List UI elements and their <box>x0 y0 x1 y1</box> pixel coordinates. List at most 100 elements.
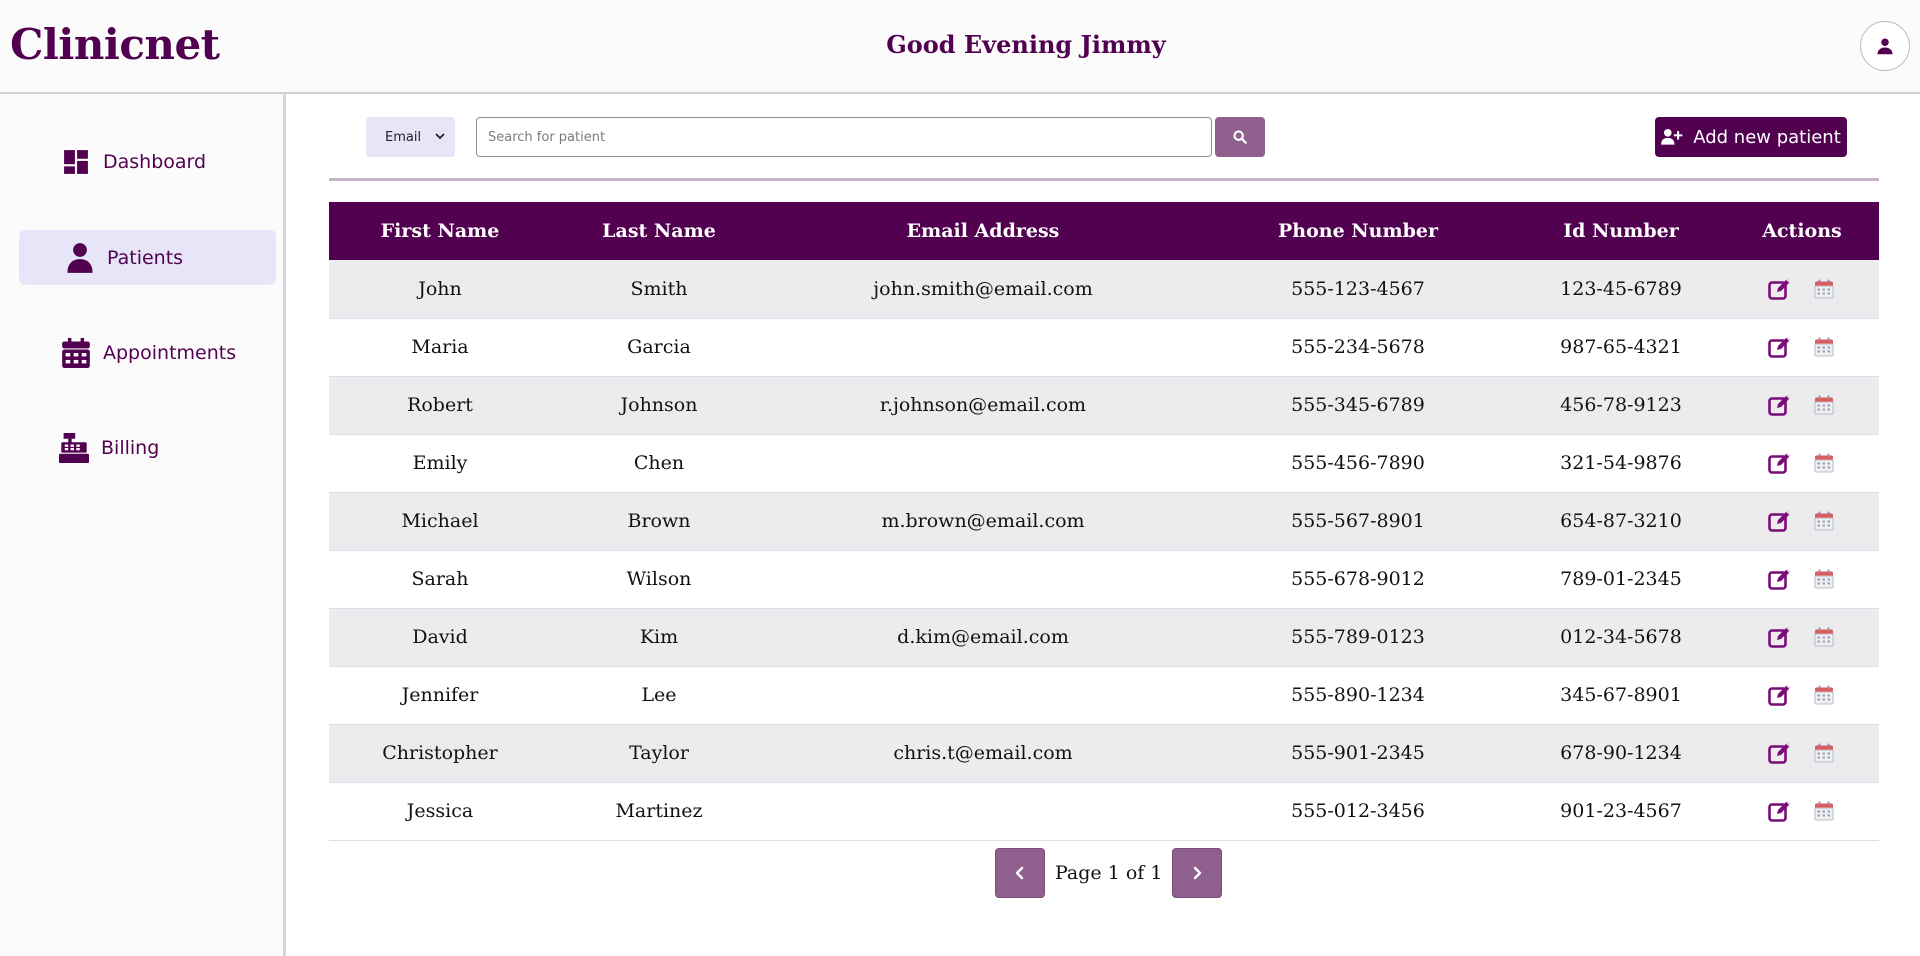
patients-table: First Name Last Name Email Address Phone… <box>329 202 1879 841</box>
profile-button[interactable] <box>1860 21 1910 71</box>
cell-first-name: Christopher <box>382 742 498 764</box>
cell-id-number: 987-65-4321 <box>1560 336 1682 358</box>
column-header-last-name[interactable]: Last Name <box>551 202 767 260</box>
add-patient-button[interactable]: Add new patient <box>1655 117 1847 157</box>
cell-phone: 555-345-6789 <box>1291 394 1425 416</box>
calendar-icon[interactable] <box>1810 565 1838 593</box>
search-button[interactable] <box>1215 117 1265 157</box>
cell-actions <box>1725 318 1879 376</box>
sidebar-item-label: Dashboard <box>103 150 207 173</box>
sidebar: Dashboard Patients Appointments Billing <box>0 94 286 956</box>
edit-icon[interactable] <box>1766 739 1794 767</box>
calendar-icon[interactable] <box>1810 681 1838 709</box>
sidebar-item-billing[interactable]: Billing <box>19 420 276 475</box>
table-header-row: First Name Last Name Email Address Phone… <box>329 202 1879 260</box>
edit-icon[interactable] <box>1766 391 1794 419</box>
chevron-down-icon <box>435 133 445 140</box>
calendar-icon[interactable] <box>1810 275 1838 303</box>
cell-actions <box>1725 492 1879 550</box>
search-input[interactable]: Search for patient <box>476 117 1212 157</box>
cell-id-number: 345-67-8901 <box>1560 684 1682 706</box>
cell-email <box>767 318 1199 376</box>
search-filter-select[interactable]: Email <box>366 117 455 157</box>
previous-page-button[interactable] <box>995 848 1045 898</box>
cell-actions <box>1725 376 1879 434</box>
column-header-actions: Actions <box>1762 220 1842 242</box>
calendar-icon[interactable] <box>1810 391 1838 419</box>
cell-phone: 555-890-1234 <box>1291 684 1425 706</box>
cell-first-name: John <box>418 277 462 300</box>
calendar-icon[interactable] <box>1810 507 1838 535</box>
cell-last-name: Chen <box>633 452 685 474</box>
cell-email: d.kim@email.com <box>897 626 1069 648</box>
calendar-icon[interactable] <box>1810 739 1838 767</box>
column-header-first-name[interactable]: First Name <box>329 202 551 260</box>
cell-first-name: Emily <box>412 452 468 474</box>
next-page-button[interactable] <box>1172 848 1223 898</box>
cash-register-icon <box>59 432 89 463</box>
cell-actions <box>1725 782 1879 840</box>
table-row: Maria Garcia 555-234-5678 987-65-4321 <box>329 318 1879 376</box>
cell-actions <box>1725 666 1879 724</box>
cell-email <box>767 782 1199 840</box>
chevron-left-icon <box>1015 866 1024 880</box>
user-icon <box>1877 38 1893 55</box>
user-icon <box>65 242 95 273</box>
cell-first-name: Sarah <box>411 568 469 590</box>
cell-last-name: Wilson <box>626 568 692 590</box>
cell-first-name: Jennifer <box>401 684 479 706</box>
sidebar-item-appointments[interactable]: Appointments <box>19 325 276 380</box>
top-header: Clinicnet Good Evening Jimmy <box>0 0 1920 94</box>
cell-last-name: Brown <box>627 510 691 532</box>
cell-phone: 555-123-4567 <box>1291 277 1425 300</box>
sidebar-item-patients[interactable]: Patients <box>19 230 276 285</box>
sidebar-item-dashboard[interactable]: Dashboard <box>19 134 276 189</box>
cell-email: chris.t@email.com <box>893 742 1073 764</box>
calendar-icon[interactable] <box>1810 449 1838 477</box>
search-placeholder: Search for patient <box>488 129 606 145</box>
edit-icon[interactable] <box>1766 623 1794 651</box>
toolbar-divider <box>329 178 1879 181</box>
greeting-text: Good Evening Jimmy <box>886 30 1166 59</box>
edit-icon[interactable] <box>1766 275 1794 303</box>
cell-id-number: 901-23-4567 <box>1560 800 1682 822</box>
edit-icon[interactable] <box>1766 449 1794 477</box>
edit-icon[interactable] <box>1766 565 1794 593</box>
cell-first-name: Michael <box>401 510 479 532</box>
cell-first-name: Robert <box>407 394 473 416</box>
cell-last-name: Taylor <box>629 742 689 764</box>
cell-actions <box>1725 550 1879 608</box>
pagination: Page 1 of 1 <box>995 848 1223 898</box>
edit-icon[interactable] <box>1766 681 1794 709</box>
cell-email: john.smith@email.com <box>873 277 1093 300</box>
table-row: Jennifer Lee 555-890-1234 345-67-8901 <box>329 666 1879 724</box>
table-row: John Smith john.smith@email.com 555-123-456… <box>329 260 1879 318</box>
search-icon <box>1233 130 1247 144</box>
cell-email <box>767 550 1199 608</box>
cell-phone: 555-456-7890 <box>1291 452 1425 474</box>
calendar-icon[interactable] <box>1810 797 1838 825</box>
column-header-id[interactable]: Id Number <box>1517 202 1725 260</box>
table-row: Jessica Martinez 555-012-3456 901-23-4567 <box>329 782 1879 840</box>
column-header-phone[interactable]: Phone Number <box>1199 202 1517 260</box>
sidebar-item-label: Patients <box>107 246 184 269</box>
calendar-icon[interactable] <box>1810 623 1838 651</box>
cell-phone: 555-901-2345 <box>1291 742 1425 764</box>
table-row: Emily Chen 555-456-7890 321-54-9876 <box>329 434 1879 492</box>
cell-email <box>767 434 1199 492</box>
edit-icon[interactable] <box>1766 797 1794 825</box>
edit-icon[interactable] <box>1766 333 1794 361</box>
edit-icon[interactable] <box>1766 507 1794 535</box>
column-header-email[interactable]: Email Address <box>767 202 1199 260</box>
sidebar-item-label: Billing <box>101 436 160 459</box>
cell-id-number: 456-78-9123 <box>1560 394 1682 416</box>
cell-last-name: Lee <box>641 684 677 706</box>
user-plus-icon <box>1661 128 1683 145</box>
cell-phone: 555-678-9012 <box>1291 568 1425 590</box>
cell-phone: 555-567-8901 <box>1291 510 1425 532</box>
dashboard-icon <box>61 147 91 177</box>
table-row: David Kim d.kim@email.com 555-789-0123 012-3… <box>329 608 1879 666</box>
patients-table-wrapper: First Name Last Name Email Address Phone… <box>329 202 1879 841</box>
calendar-icon[interactable] <box>1810 333 1838 361</box>
cell-phone: 555-012-3456 <box>1291 800 1425 822</box>
